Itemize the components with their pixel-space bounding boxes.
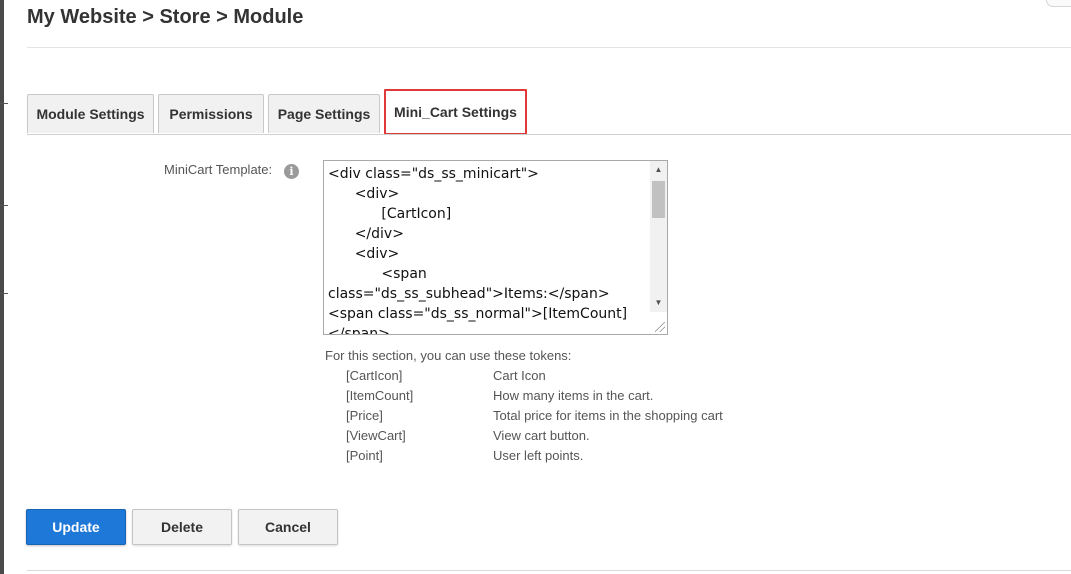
footer-divider	[27, 570, 1071, 571]
tokens-intro-text: For this section, you can use these toke…	[325, 348, 572, 363]
token-description: View cart button.	[493, 428, 590, 443]
tabs-divider	[27, 134, 1071, 135]
token-name: [CartIcon]	[346, 368, 403, 383]
minicart-template-text[interactable]: <div class="ds_ss_minicart"> <div> [Cart…	[328, 164, 646, 334]
scrollbar-thumb[interactable]	[652, 181, 665, 218]
token-description: User left points.	[493, 448, 584, 463]
tab-module-settings[interactable]: Module Settings	[27, 94, 154, 133]
left-edge-mark	[0, 293, 8, 294]
token-name: [ItemCount]	[346, 388, 414, 403]
token-description: Total price for items in the shopping ca…	[493, 408, 723, 423]
tab-permissions[interactable]: Permissions	[158, 94, 264, 133]
window-left-edge	[0, 0, 4, 574]
delete-button[interactable]: Delete	[132, 509, 232, 545]
minicart-template-label: MiniCart Template:	[164, 162, 273, 177]
token-name: [Price]	[346, 408, 383, 423]
update-button[interactable]: Update	[26, 509, 126, 545]
token-name: [ViewCart]	[346, 428, 406, 443]
token-description: How many items in the cart.	[493, 388, 654, 403]
tab-mini-cart-settings[interactable]: Mini_Cart Settings	[384, 89, 527, 135]
info-icon[interactable]: i	[284, 164, 299, 179]
textarea-scrollbar[interactable]: ▲ ▼	[650, 161, 667, 334]
window-corner-decoration	[1046, 0, 1071, 7]
left-edge-mark	[0, 103, 8, 104]
token-name: [Point]	[346, 448, 383, 463]
token-row: [ItemCount] How many items in the cart.	[346, 388, 766, 408]
tab-page-settings[interactable]: Page Settings	[268, 94, 380, 133]
header-divider	[27, 47, 1071, 48]
resize-grip-icon[interactable]	[655, 322, 665, 332]
token-description: Cart Icon	[493, 368, 546, 383]
page-title-breadcrumb: My Website > Store > Module	[27, 6, 304, 28]
token-row: [CartIcon] Cart Icon	[346, 368, 766, 388]
token-row: [ViewCart] View cart button.	[346, 428, 766, 448]
scroll-down-arrow-icon[interactable]: ▼	[650, 294, 667, 311]
minicart-template-textarea[interactable]: <div class="ds_ss_minicart"> <div> [Cart…	[323, 160, 668, 335]
left-edge-mark	[0, 205, 8, 206]
token-row: [Price] Total price for items in the sho…	[346, 408, 766, 428]
scroll-up-arrow-icon[interactable]: ▲	[650, 161, 667, 178]
token-row: [Point] User left points.	[346, 448, 766, 468]
cancel-button[interactable]: Cancel	[238, 509, 338, 545]
